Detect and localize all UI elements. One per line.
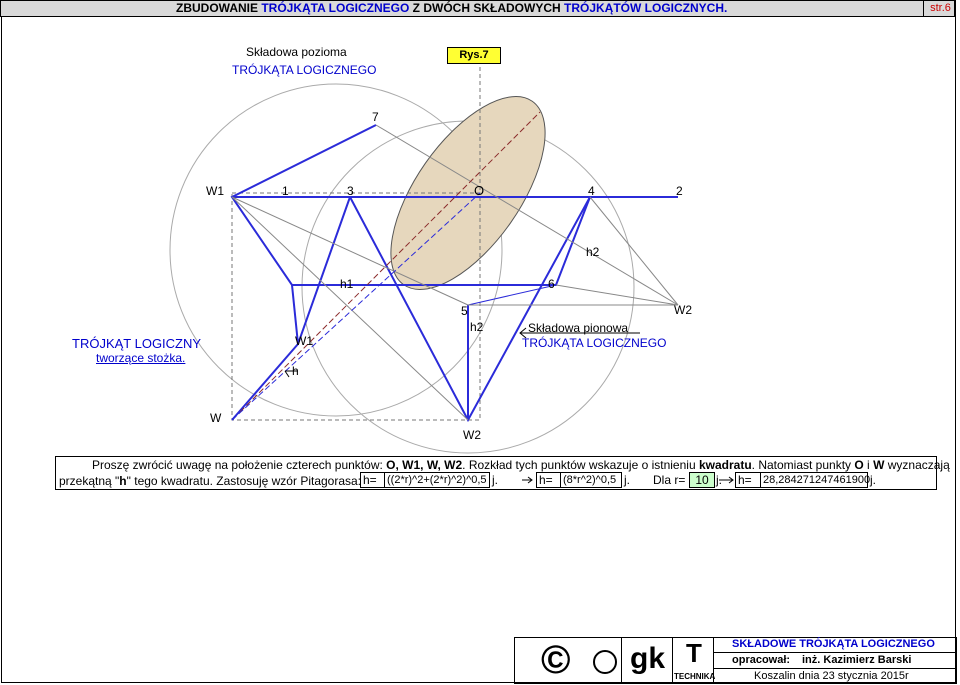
- horizontal-label: Składowa pozioma: [246, 45, 347, 59]
- horizontal-sub: TRÓJKĄTA LOGICZNEGO: [232, 63, 377, 77]
- point-1: 1: [282, 184, 289, 198]
- title-cell: SKŁADOWE TRÓJKĄTA LOGICZNEGO: [713, 637, 957, 653]
- author-cell: opracował: inż. Kazimierz Barski: [713, 652, 957, 669]
- footer-title: SKŁADOWE TRÓJKĄTA LOGICZNEGO: [732, 638, 935, 650]
- technika-label: TECHNIKA: [674, 672, 716, 681]
- point-o: O: [474, 183, 485, 198]
- date-cell: Koszalin dnia 23 stycznia 2015r: [713, 668, 957, 684]
- author-label: opracował:: [732, 654, 791, 666]
- point-h1: h1: [340, 277, 354, 291]
- note-row-1: Proszę zwrócić uwagę na położenie cztere…: [92, 458, 950, 472]
- point-w2-right: W2: [674, 303, 692, 317]
- t-letter: T: [686, 638, 702, 668]
- unit-4: j.: [870, 473, 876, 487]
- formula-2: (8*r^2)^0,5: [560, 472, 622, 488]
- left-title: TRÓJKĄT LOGICZNY: [72, 336, 202, 351]
- point-4: 4: [588, 184, 595, 198]
- point-h: h: [292, 364, 299, 378]
- point-3: 3: [347, 184, 354, 198]
- note-row-2: przekątną "h" tego kwadratu. Zastosuję w…: [59, 474, 362, 488]
- point-w1-top: W1: [206, 184, 224, 198]
- left-subtitle: tworzące stożka.: [96, 351, 186, 365]
- gk-box: gk: [621, 637, 673, 684]
- technika-box: T TECHNIKA: [672, 637, 716, 684]
- point-5: 5: [461, 304, 468, 318]
- footer-date: Koszalin dnia 23 stycznia 2015r: [754, 670, 909, 682]
- point-6: 6: [548, 277, 555, 291]
- point-h2-center: h2: [470, 320, 484, 334]
- point-7: 7: [372, 110, 379, 124]
- gk-text: gk: [630, 642, 666, 675]
- point-2: 2: [676, 184, 683, 198]
- author-name: inż. Kazimierz Barski: [802, 654, 912, 666]
- formula-1: ((2*r)^2+(2*r)^2)^0,5: [384, 472, 490, 488]
- vertical-label: Składowa pionowa: [528, 321, 629, 335]
- r-label: Dla r=: [653, 473, 686, 487]
- point-w1-left: W1: [295, 334, 313, 348]
- r-value[interactable]: 10: [689, 472, 715, 488]
- footer: © gk T TECHNIKA SKŁADOWE TRÓJKĄTA LOGICZ…: [514, 637, 957, 684]
- figure-number: Rys.7: [447, 47, 501, 64]
- unit-1: j.: [492, 473, 498, 487]
- copyright-box: ©: [514, 637, 622, 684]
- h-label-1: h=: [360, 472, 385, 488]
- h-label-3: h=: [735, 472, 761, 488]
- vertical-sub: TRÓJKĄTA LOGICZNEGO: [522, 336, 667, 350]
- result-value: 28,284271247461900: [760, 472, 870, 488]
- copyright-icon: ©: [541, 638, 571, 682]
- h-label-2: h=: [536, 472, 561, 488]
- point-h2-right: h2: [586, 245, 600, 259]
- point-w: W: [210, 411, 222, 425]
- unit-3: j.: [716, 473, 722, 487]
- gk-logo-icon: [593, 650, 617, 674]
- unit-2: j.: [624, 473, 630, 487]
- point-w2-bottom: W2: [463, 428, 481, 442]
